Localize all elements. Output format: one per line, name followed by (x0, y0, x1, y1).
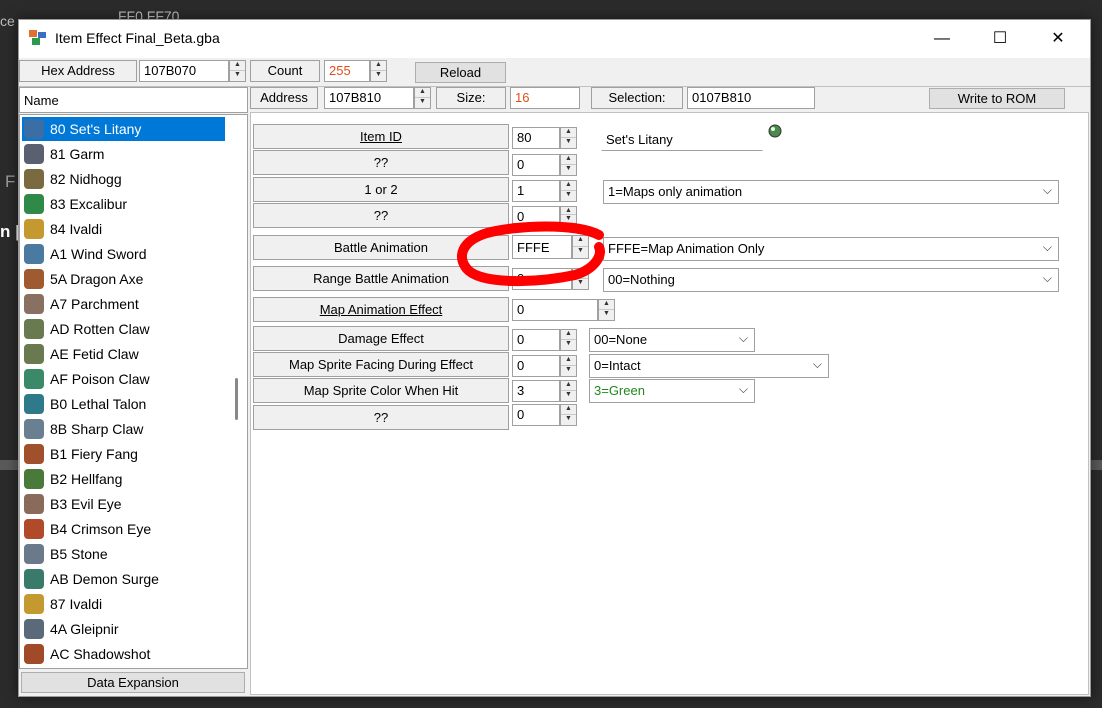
up-arrow-icon[interactable]: ▲ (561, 155, 576, 165)
chevron-down-icon[interactable]: ⌵ (1043, 271, 1052, 286)
up-arrow-icon[interactable]: ▲ (561, 207, 576, 215)
item-id-label[interactable]: Item ID (253, 124, 509, 149)
map-sprite-color-combo-text: 3=Green (594, 383, 645, 398)
down-arrow-icon[interactable]: ▼ (561, 191, 576, 201)
map-sprite-facing-combo[interactable]: 0=Intact ⌵ (589, 354, 829, 378)
map-sprite-facing-combo-text: 0=Intact (594, 358, 641, 373)
damage-effect-input[interactable]: 0 (512, 329, 560, 351)
range-battle-animation-combo-text: 00=Nothing (608, 272, 675, 287)
range-battle-animation-combo[interactable]: 00=Nothing ⌵ (603, 268, 1059, 292)
one-or-two-label: 1 or 2 (253, 177, 509, 202)
up-arrow-icon[interactable]: ▲ (561, 181, 576, 191)
red-circle-annotation (457, 221, 605, 287)
map-animation-effect-input[interactable]: 0 (512, 299, 598, 321)
map-sprite-color-spinner[interactable]: ▲ ▼ (560, 380, 577, 402)
damage-effect-spinner[interactable]: ▲ ▼ (560, 329, 577, 351)
bg-text-3: F (5, 172, 16, 191)
bg-text-4: n | (0, 222, 20, 241)
chevron-down-icon[interactable]: ⌵ (739, 331, 748, 346)
item-id-spinner[interactable]: ▲ ▼ (560, 127, 577, 149)
one-or-two-spinner[interactable]: ▲ ▼ (560, 180, 577, 202)
one-or-two-combo[interactable]: 1=Maps only animation ⌵ (603, 180, 1059, 204)
chevron-down-icon[interactable]: ⌵ (813, 357, 822, 372)
damage-effect-label: Damage Effect (253, 326, 509, 351)
one-or-two-combo-text: 1=Maps only animation (608, 184, 743, 199)
up-arrow-icon[interactable]: ▲ (599, 300, 614, 310)
up-arrow-icon[interactable]: ▲ (561, 128, 576, 138)
down-arrow-icon[interactable]: ▼ (561, 366, 576, 376)
item-id-input[interactable]: 80 (512, 127, 560, 149)
map-sprite-facing-input[interactable]: 0 (512, 355, 560, 377)
chevron-down-icon[interactable]: ⌵ (739, 382, 748, 397)
map-sprite-color-input[interactable]: 3 (512, 380, 560, 402)
down-arrow-icon[interactable]: ▼ (561, 138, 576, 148)
item-id-text[interactable]: Item ID (360, 129, 402, 144)
app-window: Item Effect Final_Beta.gba — ☐ ✕ Hex Add… (18, 19, 1091, 697)
unknown-1-input[interactable]: 0 (512, 154, 560, 176)
down-arrow-icon[interactable]: ▼ (599, 310, 614, 320)
one-or-two-input[interactable]: 1 (512, 180, 560, 202)
up-arrow-icon[interactable]: ▲ (561, 330, 576, 340)
up-arrow-icon[interactable]: ▲ (561, 356, 576, 366)
bg-divider-left (0, 460, 18, 470)
bg-text-1: ce (0, 13, 15, 29)
down-arrow-icon[interactable]: ▼ (561, 340, 576, 350)
unknown-3-input[interactable]: 0 (512, 404, 560, 426)
up-arrow-icon[interactable]: ▲ (561, 405, 576, 415)
down-arrow-icon[interactable]: ▼ (561, 415, 576, 425)
unknown-3-spinner[interactable]: ▲ ▼ (560, 404, 577, 426)
map-animation-effect-label[interactable]: Map Animation Effect (253, 297, 509, 322)
down-arrow-icon[interactable]: ▼ (561, 391, 576, 401)
unknown-3-label: ?? (253, 405, 509, 430)
unknown-1-spinner[interactable]: ▲ ▼ (560, 154, 577, 176)
map-animation-effect-text[interactable]: Map Animation Effect (320, 302, 443, 317)
up-arrow-icon[interactable]: ▲ (561, 381, 576, 391)
map-sprite-facing-spinner[interactable]: ▲ ▼ (560, 355, 577, 377)
detail-panel: Item ID ?? 1 or 2 ?? Battle Animation Ra… (250, 112, 1089, 695)
damage-effect-combo[interactable]: 00=None ⌵ (589, 328, 755, 352)
down-arrow-icon[interactable]: ▼ (561, 165, 576, 175)
map-animation-effect-spinner[interactable]: ▲ ▼ (598, 299, 615, 321)
battle-animation-combo-text: FFFE=Map Animation Only (608, 241, 765, 256)
map-sprite-color-label: Map Sprite Color When Hit (253, 378, 509, 403)
item-name-input[interactable]: Set's Litany (601, 127, 763, 151)
chevron-down-icon[interactable]: ⌵ (1043, 183, 1052, 198)
unknown-1-label: ?? (253, 150, 509, 175)
damage-effect-combo-text: 00=None (594, 332, 648, 347)
chevron-down-icon[interactable]: ⌵ (1043, 240, 1052, 255)
battle-animation-combo[interactable]: FFFE=Map Animation Only ⌵ (603, 237, 1059, 261)
map-sprite-color-combo[interactable]: 3=Green ⌵ (589, 379, 755, 403)
map-sprite-facing-label: Map Sprite Facing During Effect (253, 352, 509, 377)
globe-icon[interactable] (768, 124, 782, 138)
